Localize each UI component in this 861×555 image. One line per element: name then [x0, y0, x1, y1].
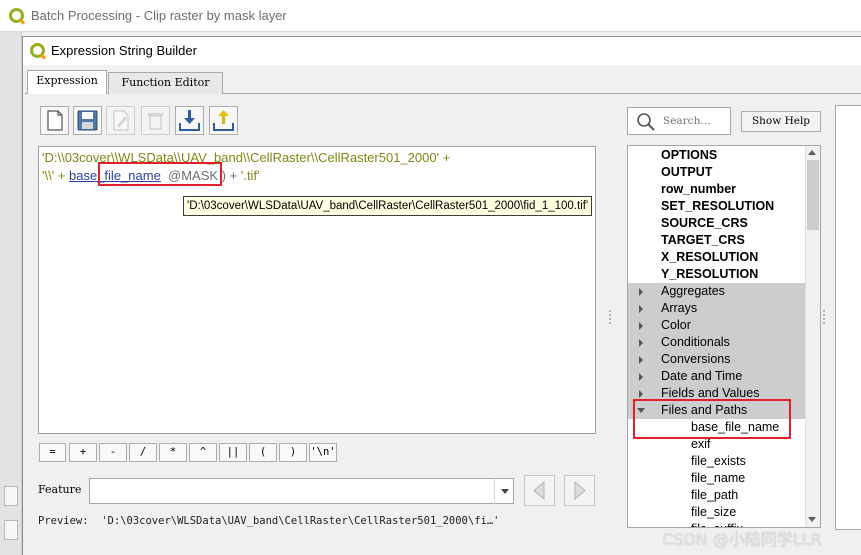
- tree-group-aggregates[interactable]: Aggregates: [628, 283, 806, 300]
- function-tree[interactable]: OPTIONS OUTPUT row_number SET_RESOLUTION…: [627, 145, 821, 528]
- next-feature-button[interactable]: [564, 475, 595, 506]
- tree-item-variable[interactable]: TARGET_CRS: [628, 232, 806, 249]
- search-input[interactable]: [663, 114, 727, 128]
- background-window-control[interactable]: [4, 520, 18, 540]
- tree-item-variable[interactable]: Y_RESOLUTION: [628, 266, 806, 283]
- chevron-down-icon[interactable]: [494, 478, 514, 504]
- tree-group-arrays[interactable]: Arrays: [628, 300, 806, 317]
- tree-item-function[interactable]: file_exists: [628, 453, 806, 470]
- show-help-button[interactable]: Show Help: [741, 111, 821, 132]
- operator-newline-button[interactable]: '\n': [309, 443, 337, 462]
- scroll-up-icon[interactable]: [808, 150, 816, 155]
- tree-item-variable[interactable]: OPTIONS: [628, 147, 806, 164]
- delete-icon: [148, 113, 163, 130]
- tree-item-variable[interactable]: SET_RESOLUTION: [628, 198, 806, 215]
- arrow-right-icon: [574, 480, 586, 501]
- tree-group-conditionals[interactable]: Conditionals: [628, 334, 806, 351]
- tree-scrollbar-thumb[interactable]: [807, 160, 819, 230]
- tree-item-variable[interactable]: SOURCE_CRS: [628, 215, 806, 232]
- tree-group-conversions[interactable]: Conversions: [628, 351, 806, 368]
- splitter-handle[interactable]: [609, 310, 611, 324]
- tree-item-function[interactable]: file_size: [628, 504, 806, 521]
- qgis-logo-icon: [30, 43, 45, 58]
- tree-group-color[interactable]: Color: [628, 317, 806, 334]
- tree-group-date-and-time[interactable]: Date and Time: [628, 368, 806, 385]
- import-icon: [179, 110, 200, 131]
- edit-icon: [113, 110, 129, 131]
- annotation-highlight-box: [633, 399, 791, 439]
- tab-function-editor[interactable]: Function Editor: [108, 72, 223, 94]
- qgis-logo-icon: [9, 8, 24, 23]
- expression-tooltip: 'D:\03cover\WLSData\UAV_band\CellRaster\…: [183, 196, 593, 216]
- preview-label: Preview:: [38, 515, 89, 527]
- export-button[interactable]: [209, 106, 238, 135]
- background-window-title: Batch Processing - Clip raster by mask l…: [31, 8, 287, 23]
- delete-expression-button[interactable]: [141, 106, 170, 135]
- expression-editor[interactable]: [38, 146, 596, 434]
- feature-label: Feature: [38, 483, 82, 496]
- splitter-handle[interactable]: [823, 310, 825, 324]
- caret-right-icon[interactable]: [639, 373, 643, 381]
- operator-power-button[interactable]: ^: [189, 443, 217, 462]
- feature-combobox[interactable]: [89, 478, 514, 504]
- tree-item-variable[interactable]: row_number: [628, 181, 806, 198]
- save-icon: [77, 110, 98, 131]
- previous-feature-button[interactable]: [524, 475, 555, 506]
- operator-equals-button[interactable]: =: [39, 443, 66, 462]
- background-window-body: [0, 32, 22, 555]
- import-button[interactable]: [175, 106, 204, 135]
- tree-item-variable[interactable]: X_RESOLUTION: [628, 249, 806, 266]
- new-expression-button[interactable]: [40, 106, 69, 135]
- tree-item-function[interactable]: file_name: [628, 470, 806, 487]
- operator-plus-button[interactable]: +: [69, 443, 97, 462]
- caret-right-icon[interactable]: [639, 356, 643, 364]
- operator-concat-button[interactable]: ||: [219, 443, 247, 462]
- preview-value: 'D:\03cover\WLSData\UAV_band\CellRaster\…: [101, 515, 500, 527]
- save-expression-button[interactable]: [73, 106, 102, 135]
- scroll-down-icon[interactable]: [808, 517, 816, 522]
- operator-open-paren-button[interactable]: (: [249, 443, 277, 462]
- caret-right-icon[interactable]: [639, 305, 643, 313]
- caret-right-icon[interactable]: [639, 288, 643, 296]
- dialog-title: Expression String Builder: [51, 43, 197, 58]
- search-icon: [637, 113, 655, 131]
- help-panel: [835, 105, 861, 530]
- new-file-icon: [47, 110, 63, 131]
- operator-minus-button[interactable]: -: [99, 443, 127, 462]
- tree-item-variable[interactable]: OUTPUT: [628, 164, 806, 181]
- operator-close-paren-button[interactable]: ): [279, 443, 307, 462]
- caret-right-icon[interactable]: [639, 339, 643, 347]
- edit-expression-button[interactable]: [106, 106, 135, 135]
- tab-expression[interactable]: Expression: [27, 70, 107, 94]
- watermark: CSDN @小陆同学LLR: [662, 530, 822, 549]
- caret-right-icon[interactable]: [639, 322, 643, 330]
- annotation-highlight-box: [98, 162, 222, 186]
- tree-item-function[interactable]: file_path: [628, 487, 806, 504]
- caret-right-icon[interactable]: [639, 390, 643, 398]
- preview-row: Preview: 'D:\03cover\WLSData\UAV_band\Ce…: [38, 515, 500, 527]
- export-icon: [213, 110, 234, 131]
- operator-divide-button[interactable]: /: [129, 443, 157, 462]
- background-window-control[interactable]: [4, 486, 18, 506]
- operator-multiply-button[interactable]: *: [159, 443, 187, 462]
- arrow-left-icon: [533, 480, 545, 501]
